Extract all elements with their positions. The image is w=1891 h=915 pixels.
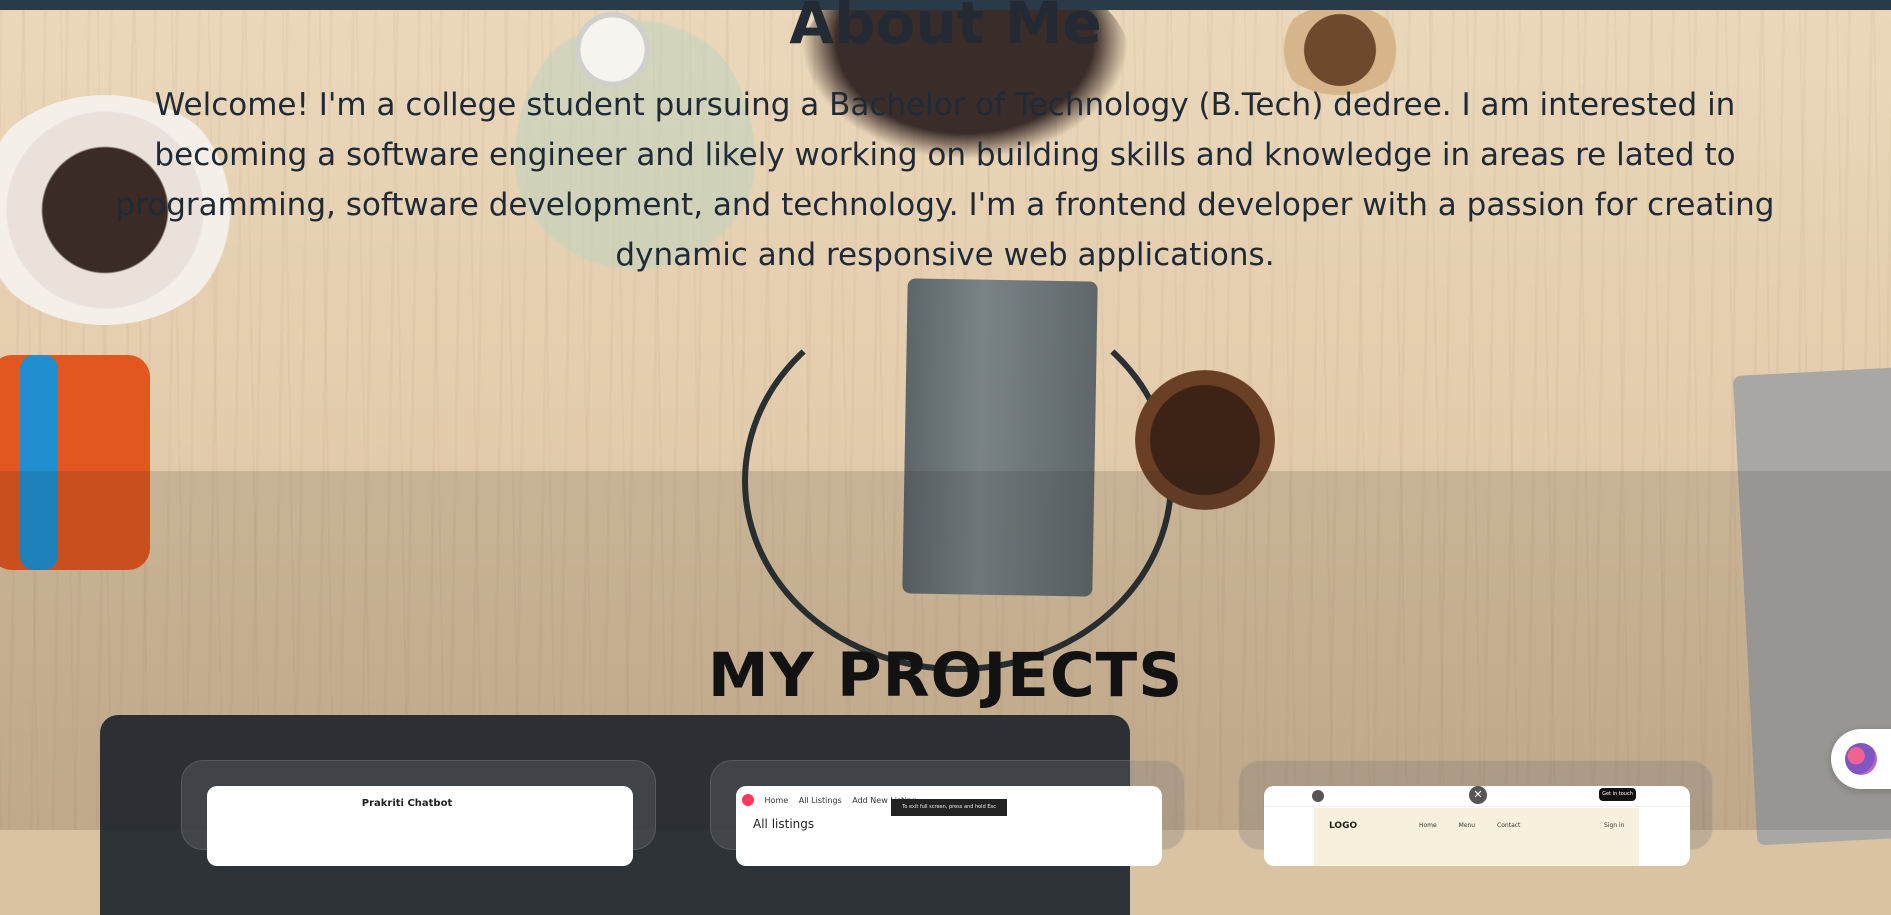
projects-title: MY PROJECTS [707, 640, 1184, 711]
project-card-chatbot[interactable]: Prakriti Chatbot [181, 760, 656, 866]
preview-hero [1314, 808, 1639, 866]
airbnb-logo-icon [742, 794, 754, 806]
preview-signin: Sign in [1604, 822, 1625, 829]
menu-contact: Contact [1497, 822, 1521, 829]
project-preview-listings[interactable]: Home All Listings Add New Listing To exi… [736, 786, 1162, 866]
project-card-restaurant[interactable]: ✕ Get in touch LOGO Home Menu Contact Si… [1238, 760, 1713, 866]
project-preview-chatbot[interactable]: Prakriti Chatbot [207, 786, 633, 866]
fullscreen-toast: To exit full screen, press and hold Esc [891, 799, 1007, 816]
avatar [1312, 790, 1324, 802]
brain-icon [1845, 743, 1877, 775]
menu-home: Home [1419, 822, 1437, 829]
about-title: About Me [789, 0, 1102, 57]
nav-home: Home [764, 795, 789, 805]
preview-menu: Home Menu Contact [1419, 822, 1540, 829]
about-description: Welcome! I'm a college student pursuing … [115, 87, 1775, 273]
close-icon: ✕ [1469, 786, 1487, 804]
project-card-listings[interactable]: Home All Listings Add New Listing To exi… [710, 760, 1185, 866]
chatbot-brand-label: Prakriti Chatbot [361, 798, 453, 809]
project-preview-restaurant[interactable]: ✕ Get in touch LOGO Home Menu Contact Si… [1264, 786, 1690, 866]
chatbot-launcher-button[interactable] [1831, 729, 1891, 789]
get-in-touch-button: Get in touch [1599, 788, 1636, 801]
menu-menu: Menu [1458, 822, 1476, 829]
nav-all-listings: All Listings [798, 795, 842, 805]
listings-heading: All listings [753, 817, 815, 831]
